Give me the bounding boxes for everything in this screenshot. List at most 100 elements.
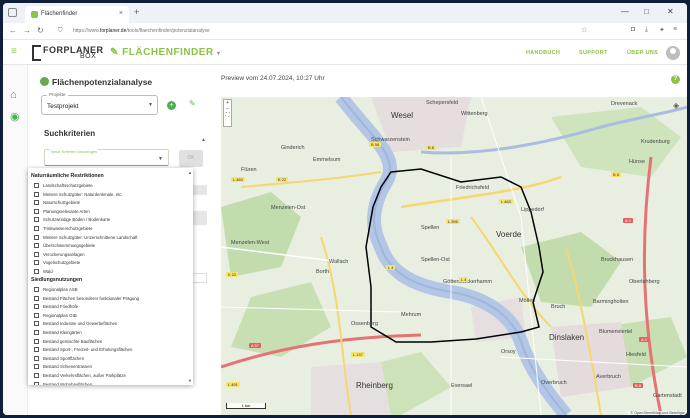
maximize-icon[interactable]: □ xyxy=(644,7,649,16)
criterion-select[interactable]: Neue Kriterien hinzufügen ▼ xyxy=(44,149,169,166)
criterion-option[interactable]: Bestand Sportflächen xyxy=(34,355,85,363)
checkbox[interactable] xyxy=(34,251,39,257)
criterion-option[interactable]: Trinkwasserschutzgebiete xyxy=(34,226,93,233)
add-project-button[interactable]: + xyxy=(167,101,176,110)
dropdown-scrollbar[interactable]: ▲ ▼ xyxy=(188,170,192,383)
pocket-icon[interactable]: ◘ xyxy=(631,26,635,33)
browser-tab[interactable]: Flächenfinder × xyxy=(25,6,129,23)
minimize-icon[interactable]: — xyxy=(621,7,629,16)
checkbox[interactable] xyxy=(34,208,39,214)
checkbox[interactable] xyxy=(34,260,39,266)
criterion-option-label: Regionalplan GIB xyxy=(43,312,77,318)
checkbox[interactable] xyxy=(34,269,39,274)
fullscreen-icon[interactable]: ⛶ xyxy=(224,112,231,118)
criterion-option[interactable]: Weitere Schutzgüter: Naturdenkmale, etc. xyxy=(34,191,123,199)
close-window-icon[interactable]: ✕ xyxy=(667,7,674,16)
criterion-option[interactable]: Bestand Friedhöfe xyxy=(34,304,78,311)
place-label: Spellen-Ost xyxy=(421,257,450,263)
checkbox[interactable] xyxy=(34,217,39,223)
criterion-option-label: Bestand Sportflächen xyxy=(43,355,85,361)
shield-icon[interactable]: ⛉ xyxy=(58,28,63,35)
place-label: Schepersfeld xyxy=(426,100,459,106)
checkbox[interactable] xyxy=(34,200,39,206)
link-support[interactable]: SUPPORT xyxy=(579,50,608,56)
criterion-option-label: Bestand Sport-, Freizeit- und Erholungsf… xyxy=(43,347,133,353)
criterion-option[interactable]: Landschaftsschutzgebiete xyxy=(34,183,93,190)
checkbox[interactable] xyxy=(34,234,39,240)
zoom-control[interactable]: + − ⛶ xyxy=(223,99,232,127)
road-label: B 58 xyxy=(369,142,382,147)
reload-icon[interactable]: ↻ xyxy=(37,26,44,35)
checkbox[interactable] xyxy=(34,183,39,188)
bookmark-star-icon[interactable]: ☆ xyxy=(581,26,587,34)
criterion-option[interactable]: Bestand Wohnbauflächen xyxy=(34,381,92,385)
checkbox[interactable] xyxy=(34,347,39,353)
new-tab-button[interactable]: + xyxy=(134,7,139,17)
download-icon[interactable]: ⤓ xyxy=(645,26,648,34)
back-icon[interactable]: ← xyxy=(9,26,17,35)
link-ueber-uns[interactable]: ÜBER UNS xyxy=(627,50,658,56)
criterion-option[interactable]: Regionalplan ASB xyxy=(34,287,78,294)
checkbox[interactable] xyxy=(34,226,39,231)
map-view[interactable]: + − ⛶ ◈ Schepersfeld Wesel Wittenberg Drevena… xyxy=(221,97,687,415)
project-value: Testprojekt xyxy=(47,103,79,110)
road-label: B 8 xyxy=(633,383,644,388)
checkbox[interactable] xyxy=(34,330,39,335)
url-field[interactable]: https://www.forplaner.de/tools/flaechenf… xyxy=(73,28,210,34)
checkbox[interactable] xyxy=(34,321,39,327)
layers-icon[interactable]: ◈ xyxy=(673,101,679,110)
link-handbuch[interactable]: HANDBUCH xyxy=(526,50,560,56)
criterion-option[interactable]: Bestand Schienentrassen xyxy=(34,364,92,371)
criterion-option[interactable]: Naturschutzgebiete xyxy=(34,200,80,207)
criterion-option[interactable]: Bestand Industrie und Gewerbeflächen xyxy=(34,321,117,328)
scroll-up-icon[interactable]: ▲ xyxy=(188,170,192,175)
extensions-icon[interactable]: ✦ xyxy=(659,26,665,34)
criterion-option[interactable]: Verockerungsanlagen xyxy=(34,251,85,259)
checkbox[interactable] xyxy=(34,364,39,370)
checkbox[interactable] xyxy=(34,381,39,385)
criterion-option[interactable]: Regionalplan GIB xyxy=(34,312,77,320)
checkbox[interactable] xyxy=(34,338,39,344)
tab-title: Flächenfinder xyxy=(41,11,78,17)
help-icon[interactable]: ? xyxy=(671,75,680,84)
criterion-option[interactable]: Überschwemmungsgebiete xyxy=(34,243,95,250)
checkbox[interactable] xyxy=(34,191,39,197)
home-icon[interactable]: ⌂ xyxy=(10,89,17,101)
criterion-option[interactable]: Weitere Schutzgüter: Unzerschnittene Lan… xyxy=(34,234,138,242)
criterion-option[interactable]: Bestand Flächen besonderer funktionaler … xyxy=(34,295,139,303)
forplaner-logo[interactable]: FORPLANER BOX xyxy=(32,45,103,62)
project-select[interactable]: Projekte Testprojekt ▼ xyxy=(41,92,158,115)
sidebar-toggle-icon[interactable] xyxy=(8,8,17,17)
criterion-option[interactable]: Bestand gemischte Bauflächen xyxy=(34,338,102,346)
edit-project-pencil-icon[interactable]: ✎ xyxy=(189,99,196,108)
user-avatar[interactable] xyxy=(666,46,680,60)
panel-scroll-up-icon[interactable]: ▲ xyxy=(201,137,206,143)
checkbox[interactable] xyxy=(34,355,39,361)
criterion-option[interactable]: Bestand Kleingärten xyxy=(34,330,82,337)
app-menu-icon[interactable]: ≡ xyxy=(673,26,677,33)
checkbox[interactable] xyxy=(34,312,39,318)
checkbox[interactable] xyxy=(34,295,39,301)
criterion-option[interactable]: Wald xyxy=(34,269,53,276)
criterion-option[interactable]: Vogelschutzgebiete xyxy=(34,260,80,267)
place-label: Spellen xyxy=(421,225,440,231)
product-switcher[interactable]: ✎ FLÄCHENFINDER ▾ xyxy=(110,47,220,58)
place-label: Voerde xyxy=(496,230,522,239)
scroll-down-icon[interactable]: ▼ xyxy=(188,378,192,383)
hamburger-menu-icon[interactable]: ≡ xyxy=(11,46,17,57)
criterion-option-label: Überschwemmungsgebiete xyxy=(43,243,96,249)
checkbox[interactable] xyxy=(34,373,39,378)
road-label: L 396 xyxy=(446,219,460,224)
tab-close-icon[interactable]: × xyxy=(119,10,123,17)
checkbox[interactable] xyxy=(34,287,39,292)
criterion-option[interactable]: Planungsrelevante Arten xyxy=(34,208,90,216)
checkbox[interactable] xyxy=(34,243,39,249)
criterion-option[interactable]: Bestand Sport-, Freizeit- und Erholungsf… xyxy=(34,347,132,354)
criterion-option[interactable]: Schutzwürdige Böden / Bodenkarte xyxy=(34,217,110,224)
forward-icon[interactable]: → xyxy=(23,26,31,35)
criterion-option[interactable]: Bestand Verkehrsflächen, außer Parkplätz… xyxy=(34,373,126,380)
analysis-icon[interactable]: ◉ xyxy=(10,110,20,123)
ok-button[interactable]: OK xyxy=(179,150,203,167)
place-label: Ossenberg xyxy=(351,321,378,327)
checkbox[interactable] xyxy=(34,304,39,310)
